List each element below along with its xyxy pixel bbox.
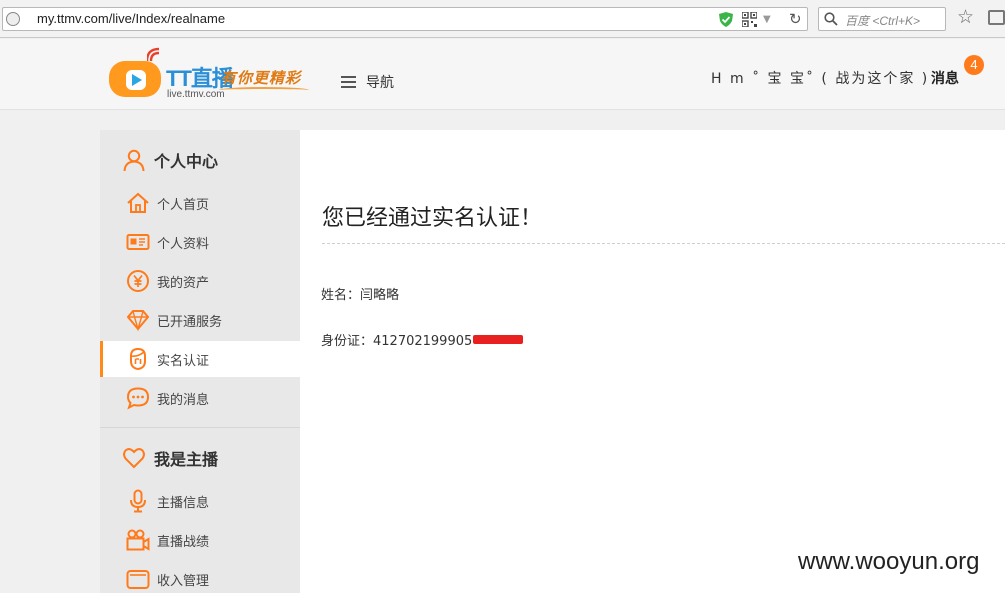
title-divider xyxy=(322,243,1005,244)
section-title: 我是主播 xyxy=(154,450,219,469)
face-id-icon xyxy=(130,347,146,371)
sidebar-item-label: 直播战绩 xyxy=(157,534,210,550)
bookmark-star-icon[interactable]: ☆ xyxy=(957,6,974,28)
sidebar-item-label: 个人资料 xyxy=(157,236,210,252)
sidebar-section-anchor: 我是主播 xyxy=(100,438,300,478)
sidebar-divider xyxy=(100,427,300,428)
sidebar: 个人中心 个人首页 个人资料 我的资产 已开通服务 实名认证 我的消息 我是主播… xyxy=(100,130,300,593)
id-number-text: 身份证：412702199905 xyxy=(321,334,473,349)
sidebar-item-income[interactable]: 收入管理 xyxy=(100,561,300,593)
url-text[interactable]: my.ttmv.com/live/Index/realname xyxy=(37,11,225,26)
navigation-button[interactable]: 导航 xyxy=(341,72,394,92)
sidebar-item-label: 我的资产 xyxy=(157,275,210,291)
reload-icon[interactable]: ↻ xyxy=(789,10,802,28)
chat-bubble-icon xyxy=(126,387,150,410)
microphone-icon xyxy=(130,489,146,513)
sidebar-item-label: 个人首页 xyxy=(157,197,210,213)
sidebar-item-services[interactable]: 已开通服务 xyxy=(100,302,300,338)
id-number-field: 身份证：412702199905 xyxy=(321,330,524,349)
diamond-icon xyxy=(126,310,150,332)
browser-toolbar: my.ttmv.com/live/Index/realname ▼ ↻ 百度 <… xyxy=(0,0,1005,38)
wallet-icon xyxy=(126,570,150,589)
section-title: 个人中心 xyxy=(154,152,219,171)
logo-url: live.ttmv.com xyxy=(167,89,225,100)
hamburger-menu-icon xyxy=(341,76,356,88)
sidebar-item-label: 已开通服务 xyxy=(157,314,223,330)
page-title: 您已经通过实名认证！ xyxy=(322,206,543,231)
messages-count-badge: 4 xyxy=(964,55,984,75)
site-header: TT直播 live.ttmv.com 有你更精彩 导航 H m ˚ 宝 宝˚ (… xyxy=(0,39,1005,110)
dropdown-arrow-icon[interactable]: ▼ xyxy=(763,14,771,25)
site-logo[interactable]: TT直播 live.ttmv.com 有你更精彩 xyxy=(109,47,314,103)
user-icon xyxy=(123,149,145,171)
sidebar-item-profile[interactable]: 个人资料 xyxy=(100,224,300,260)
play-icon xyxy=(126,70,146,90)
watermark: www.wooyun.org xyxy=(798,548,980,575)
user-name-link[interactable]: H m ˚ 宝 宝˚ ( 战为这个家 ) xyxy=(711,68,929,88)
address-bar[interactable]: my.ttmv.com/live/Index/realname ▼ ↻ xyxy=(2,7,808,31)
globe-icon xyxy=(6,12,20,26)
id-card-icon xyxy=(126,234,150,250)
logo-slogan: 有你更精彩 xyxy=(221,69,302,87)
shield-icon[interactable] xyxy=(719,12,733,27)
messages-link[interactable]: 消息 xyxy=(931,68,959,88)
redaction-mark xyxy=(473,335,524,344)
sidebar-item-label: 收入管理 xyxy=(157,573,210,589)
sidebar-item-label: 实名认证 xyxy=(157,353,210,369)
heart-icon xyxy=(123,448,145,469)
slogan-underline xyxy=(219,87,309,93)
yen-coin-icon xyxy=(127,270,149,292)
sidebar-item-anchor-info[interactable]: 主播信息 xyxy=(100,483,300,519)
sidebar-item-home[interactable]: 个人首页 xyxy=(100,185,300,221)
sidebar-item-assets[interactable]: 我的资产 xyxy=(100,263,300,299)
navigation-label: 导航 xyxy=(366,75,394,91)
search-icon xyxy=(824,12,838,26)
sidebar-item-live-record[interactable]: 直播战绩 xyxy=(100,522,300,558)
home-icon xyxy=(127,192,149,213)
sidebar-item-realname[interactable]: 实名认证 xyxy=(100,341,300,377)
video-camera-icon xyxy=(126,529,150,551)
search-placeholder: 百度 <Ctrl+K> xyxy=(845,14,921,28)
sidebar-item-label: 主播信息 xyxy=(157,495,210,511)
real-name-field: 姓名：闫略略 xyxy=(321,288,400,303)
sidebar-item-label: 我的消息 xyxy=(157,392,210,408)
sidebar-section-personal: 个人中心 xyxy=(100,140,300,180)
qr-code-icon[interactable] xyxy=(742,12,757,27)
main-content: 您已经通过实名认证！ 姓名：闫略略 身份证：412702199905 xyxy=(300,130,1005,593)
sidebar-item-messages[interactable]: 我的消息 xyxy=(100,380,300,416)
bookmarks-library-icon[interactable] xyxy=(988,10,1005,25)
search-input[interactable]: 百度 <Ctrl+K> xyxy=(818,7,946,31)
